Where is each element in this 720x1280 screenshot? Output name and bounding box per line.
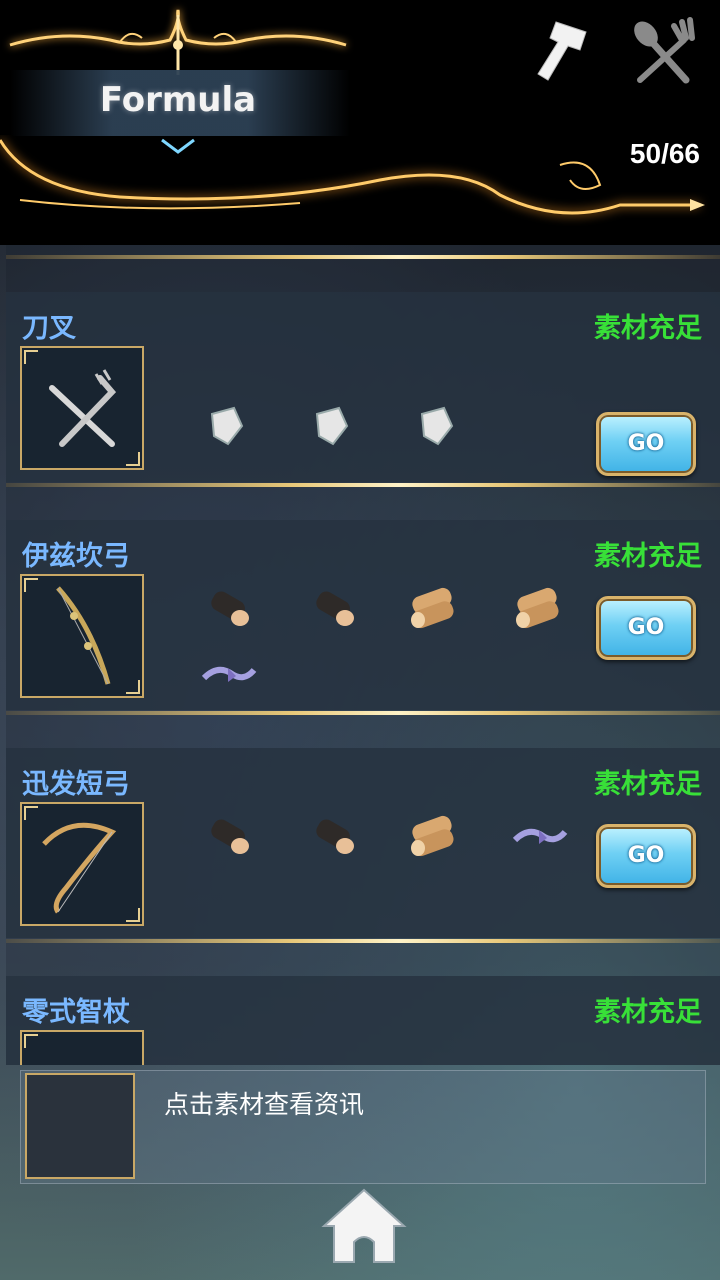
- header: Formula 50/66: [0, 0, 720, 245]
- wood-logs-icon[interactable]: [404, 578, 464, 638]
- dark-log-icon[interactable]: [198, 578, 258, 638]
- recipe-name: 刀叉: [22, 313, 76, 344]
- item-slot[interactable]: [20, 802, 144, 926]
- go-button[interactable]: GO: [596, 824, 696, 888]
- go-button[interactable]: GO: [596, 412, 696, 476]
- material-preview-slot: [25, 1073, 135, 1179]
- bow-icon: [56, 586, 111, 685]
- ornament-bottom: [0, 139, 705, 215]
- wood-logs-icon[interactable]: [509, 578, 569, 638]
- divider: [6, 483, 720, 487]
- divider: [6, 711, 720, 715]
- cook-tab-button[interactable]: [626, 14, 702, 90]
- dark-log-icon[interactable]: [303, 578, 363, 638]
- crystal-shard-icon[interactable]: [303, 396, 363, 456]
- divider: [6, 255, 720, 259]
- item-slot[interactable]: [20, 346, 144, 470]
- crystal-shard-icon[interactable]: [408, 396, 468, 456]
- ornament-top: [9, 9, 347, 75]
- ribbon-icon[interactable]: [509, 806, 569, 866]
- recipe-card[interactable]: 迅发短弓 素材充足 GO: [6, 748, 720, 938]
- hammer-icon: [537, 21, 587, 81]
- recipe-status: 素材充足: [594, 769, 702, 800]
- home-button[interactable]: [318, 1186, 410, 1266]
- recipe-name: 伊兹坎弓: [22, 541, 130, 572]
- material-info-panel: 点击素材查看资讯: [20, 1070, 706, 1184]
- divider: [6, 939, 720, 943]
- recipe-list[interactable]: 刀叉 素材充足 GO 伊兹坎弓 素材充足 GO 迅发短弓 素材充足 GO 零式智…: [6, 245, 720, 1065]
- fork-knife-icon: [49, 369, 117, 447]
- recipe-status: 素材充足: [594, 541, 702, 572]
- recipe-name: 零式智杖: [22, 997, 130, 1028]
- recipe-card[interactable]: 伊兹坎弓 素材充足 GO: [6, 520, 720, 710]
- recipe-card[interactable]: 零式智杖 素材充足: [6, 976, 720, 1065]
- recipe-status: 素材充足: [594, 997, 702, 1028]
- info-hint-text: 点击素材查看资讯: [164, 1090, 365, 1119]
- short-bow-icon: [42, 822, 117, 914]
- recipe-name: 迅发短弓: [22, 769, 130, 800]
- smith-tab-button[interactable]: [528, 14, 604, 90]
- dark-log-icon[interactable]: [303, 806, 363, 866]
- ribbon-icon[interactable]: [198, 644, 258, 704]
- dark-log-icon[interactable]: [198, 806, 258, 866]
- page-title: Formula: [99, 80, 257, 120]
- recipe-card[interactable]: 刀叉 素材充足 GO: [6, 292, 720, 482]
- fork-spoon-icon: [634, 17, 695, 84]
- item-slot[interactable]: [20, 574, 144, 698]
- item-slot[interactable]: [20, 1030, 144, 1065]
- wood-logs-icon[interactable]: [404, 806, 464, 866]
- go-button[interactable]: GO: [596, 596, 696, 660]
- recipe-status: 素材充足: [594, 313, 702, 344]
- crystal-shard-icon[interactable]: [198, 396, 258, 456]
- home-icon: [321, 1188, 407, 1263]
